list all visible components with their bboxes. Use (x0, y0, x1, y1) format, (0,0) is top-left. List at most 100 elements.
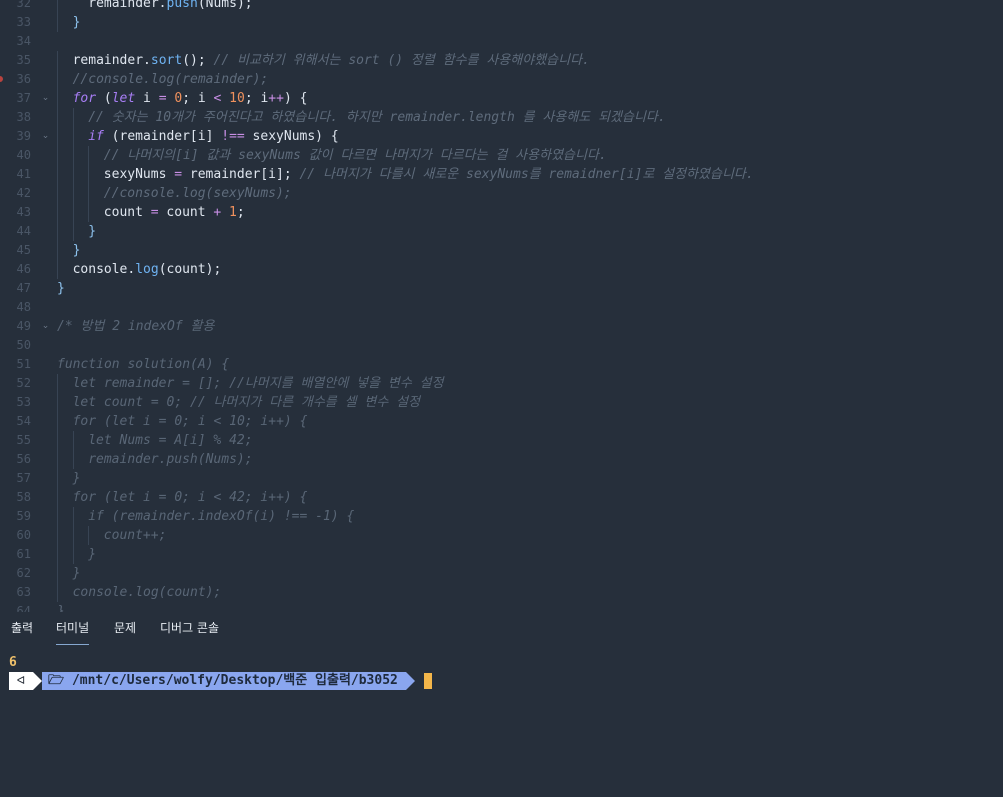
code-text: for (let i = 0; i < 42; i++) { (73, 488, 308, 507)
code-line[interactable]: 57} (0, 469, 1003, 488)
code-line[interactable]: 47} (0, 279, 1003, 298)
line-number: 62 (16, 566, 31, 580)
tab-3[interactable]: 디버그 콘솔 (160, 620, 219, 644)
line-number: 53 (16, 395, 31, 409)
fold-chevron-icon[interactable]: ⌄ (40, 93, 51, 104)
terminal[interactable]: 6 ᐊ 🗁 /mnt/c/Users/wolfy/Desktop/백준 입출력/… (9, 654, 432, 690)
indent-guide (57, 450, 58, 469)
indent-guide (57, 70, 58, 89)
code-line[interactable]: 42 //console.log(sexyNums); (0, 184, 1003, 203)
line-number: 60 (16, 528, 31, 542)
code-line[interactable]: 58 for (let i = 0; i < 42; i++) { (0, 488, 1003, 507)
code-text: for (let i = 0; i < 10; i++) { (73, 89, 308, 108)
indent-guide (72, 127, 74, 146)
code-token: if (remainder.indexOf(i) !== -1) { (88, 509, 355, 524)
code-text: } (73, 469, 81, 488)
fold-chevron-icon[interactable]: ⌄ (40, 131, 51, 142)
line-number: 47 (16, 281, 31, 295)
code-line[interactable]: 44} (0, 222, 1003, 241)
code-text: if (remainder.indexOf(i) !== -1) { (88, 507, 354, 526)
code-line[interactable]: 50 (0, 336, 1003, 355)
code-token: //console.log(remainder); (72, 72, 269, 87)
code-line[interactable]: 55 let Nums = A[i] % 42; (0, 431, 1003, 450)
code-text: } (73, 13, 81, 32)
code-line[interactable]: 56 remainder.push(Nums); (0, 450, 1003, 469)
indent-guide (57, 165, 58, 184)
code-line[interactable]: 35 remainder.sort(); // 비교하기 위해서는 sort ()… (0, 51, 1003, 70)
tab-1[interactable]: 터미널 (56, 620, 90, 645)
code-text: } (88, 222, 96, 241)
code-token: count (103, 205, 151, 220)
tab-0[interactable]: 출력 (11, 620, 33, 644)
code-line[interactable]: 61} (0, 545, 1003, 564)
code-token: } (88, 224, 97, 239)
code-line[interactable]: 59 if (remainder.indexOf(i) !== -1) { (0, 507, 1003, 526)
code-line[interactable]: 49 ⌄ /* 방법 2 indexOf 활용 (0, 317, 1003, 336)
code-line[interactable]: 37 ⌄ for (let i = 0; i < 10; i++) { (0, 89, 1003, 108)
code-line[interactable]: 33} (0, 13, 1003, 32)
code-token: push (166, 0, 198, 11)
code-line[interactable]: 53 let count = 0; // 나머지가 다른 개수를 셀 변수 설정 (0, 393, 1003, 412)
tab-2[interactable]: 문제 (114, 620, 136, 644)
indent-guide (72, 450, 74, 469)
code-token: sexyNums (103, 167, 175, 182)
indent-guide (72, 431, 74, 450)
line-number: 45 (16, 243, 31, 257)
code-line[interactable]: 41 sexyNums = remainder[i]; // 나머지가 다를시 새… (0, 165, 1003, 184)
code-text: //console.log(remainder); (73, 70, 269, 89)
indent-guide (57, 241, 58, 260)
code-line[interactable]: 52 let remainder = []; //나머지를 배열안에 넣을 변수 … (0, 374, 1003, 393)
code-line[interactable]: 54 for (let i = 0; i < 10; i++) { (0, 412, 1003, 431)
indent-guide (57, 431, 58, 450)
code-text: let count = 0; // 나머지가 다른 개수를 셀 변수 설정 (73, 393, 420, 412)
fold-chevron-icon[interactable]: ⌄ (40, 321, 51, 332)
code-line[interactable]: 39 ⌄ if (remainder[i] !== sexyNums) { (0, 127, 1003, 146)
code-line[interactable]: 43 count = count + 1; (0, 203, 1003, 222)
bottom-panel: 출력 터미널 문제 디버그 콘솔 6 ᐊ 🗁 /mnt/c/Users/wolfy/D… (0, 612, 1003, 797)
line-number: 38 (16, 110, 31, 124)
code-editor[interactable]: 32 remainder.push(Nums); 33} 34 35 remainder… (0, 0, 1003, 612)
code-text: for (let i = 0; i < 10; i++) { (73, 412, 308, 431)
code-token: i (135, 91, 159, 106)
terminal-prompt[interactable]: ᐊ 🗁 /mnt/c/Users/wolfy/Desktop/백준 입출력/b3… (9, 672, 432, 690)
code-line[interactable]: 40 // 나머지의[i] 값과 sexyNums 값이 다르면 나머지가 다르다… (0, 146, 1003, 165)
code-line[interactable]: 62} (0, 564, 1003, 583)
code-token: remainder[i]; (182, 167, 300, 182)
code-line[interactable]: 64} (0, 602, 1003, 612)
code-token: ; (236, 205, 245, 220)
code-line[interactable]: 46 console.log(count); (0, 260, 1003, 279)
code-token: = (150, 205, 159, 220)
code-line[interactable]: 45} (0, 241, 1003, 260)
indent-guide (57, 545, 58, 564)
os-icon: ᐊ (9, 672, 33, 690)
code-line[interactable]: 32 remainder.push(Nums); (0, 0, 1003, 13)
code-token: // 숫자는 10개가 주어진다고 하였습니다. 하지만 remainder.l… (88, 110, 666, 125)
code-text: count++; (104, 526, 167, 545)
indent-guide (57, 393, 58, 412)
code-line[interactable]: 63 console.log(count); (0, 583, 1003, 602)
code-line[interactable]: 51 function solution(A) { (0, 355, 1003, 374)
code-token: count++; (103, 528, 167, 543)
code-line[interactable]: 60 count++; (0, 526, 1003, 545)
code-text: } (73, 241, 81, 260)
line-number: 58 (16, 490, 31, 504)
line-number: 36 (16, 72, 31, 86)
line-number: 57 (16, 471, 31, 485)
code-token: ) { (283, 91, 308, 106)
indent-guide (57, 564, 58, 583)
code-line[interactable]: 34 (0, 32, 1003, 51)
indent-guide (57, 412, 58, 431)
code-token: console.log(count); (72, 585, 222, 600)
code-line[interactable]: 38 // 숫자는 10개가 주어진다고 하였습니다. 하지만 remainder… (0, 108, 1003, 127)
indent-guide (57, 51, 58, 70)
code-line[interactable]: 36 //console.log(remainder); (0, 70, 1003, 89)
code-line[interactable]: 48 (0, 298, 1003, 317)
code-text: sexyNums = remainder[i]; // 나머지가 다를시 새로운… (104, 165, 754, 184)
code-text: let remainder = []; //나머지를 배열안에 넣을 변수 설정 (73, 374, 444, 393)
code-token: ( (96, 91, 112, 106)
code-token: 1 (229, 205, 237, 220)
code-token: log (135, 262, 159, 277)
prompt-path: 🗁 /mnt/c/Users/wolfy/Desktop/백준 입출력/b305… (42, 672, 406, 690)
indent-guide (57, 203, 58, 222)
code-token: sort (150, 53, 183, 68)
